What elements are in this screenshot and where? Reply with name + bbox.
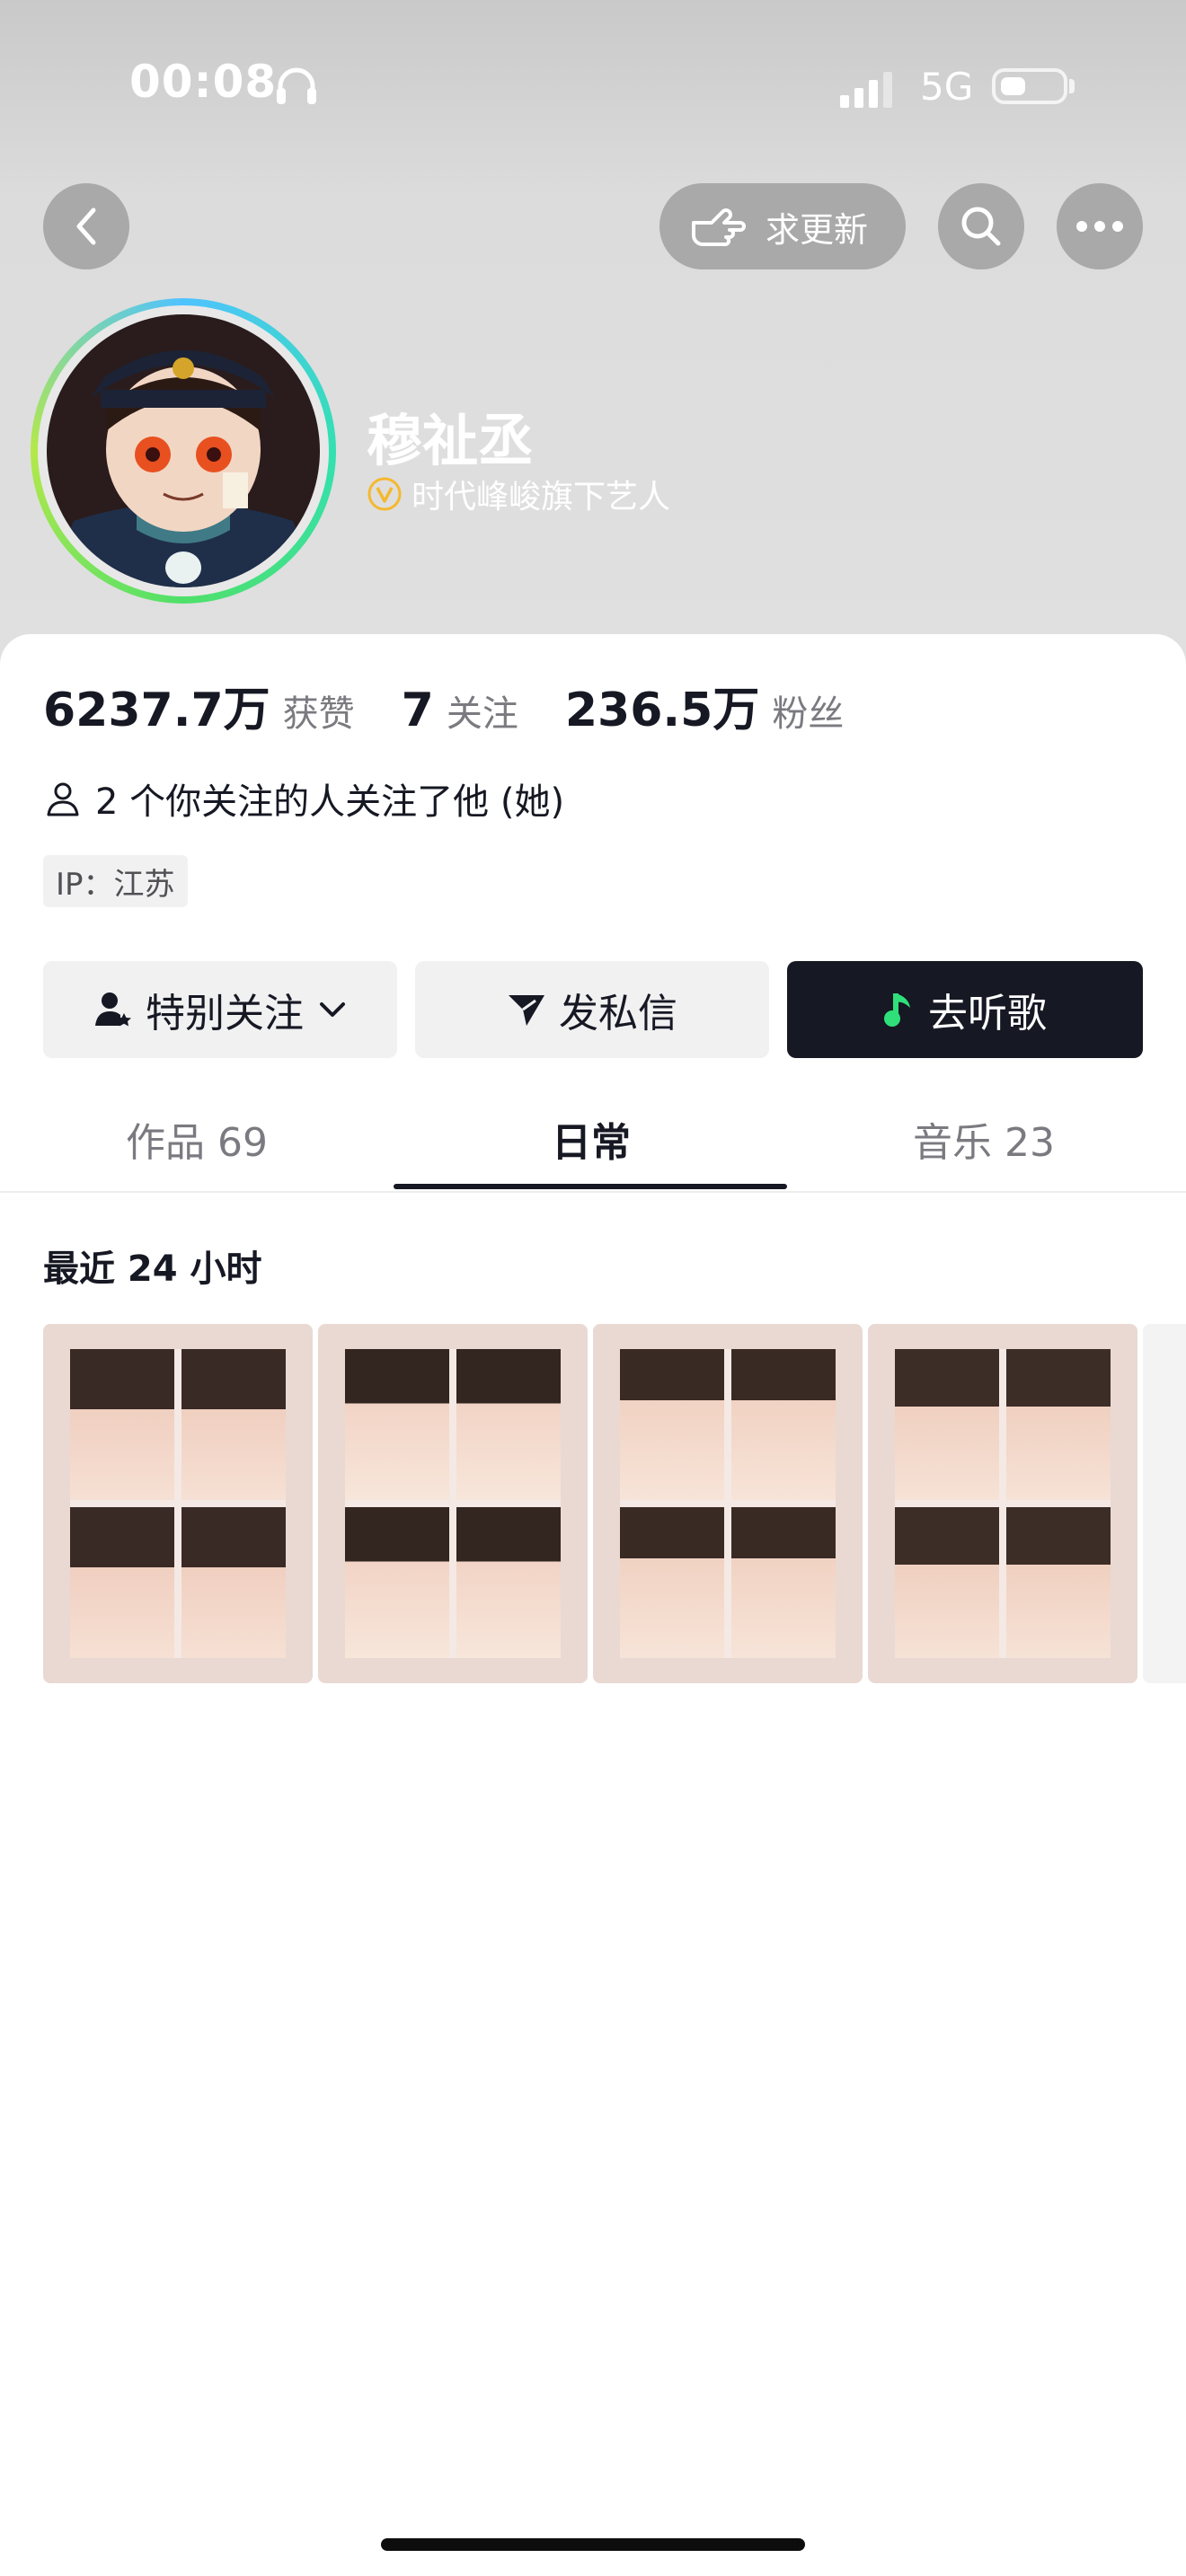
profile-stats: 6237.7万 获赞 7 关注 236.5万 粉丝 [43, 672, 890, 739]
ip-location-badge: IP：江苏 [43, 855, 188, 907]
recent-photo-4[interactable] [868, 1324, 1137, 1683]
special-follow-label: 特别关注 [146, 991, 304, 1037]
search-icon [961, 207, 1001, 246]
photo-strip [895, 1349, 1111, 1658]
likes-count: 6237.7万 [43, 684, 270, 737]
message-label: 发私信 [559, 991, 677, 1037]
photo-cell [456, 1507, 561, 1658]
likes-label[interactable]: 获赞 [283, 684, 355, 737]
search-button[interactable] [938, 183, 1024, 269]
profile-tabs: 作品 69 日常 音乐 23 [0, 1092, 1186, 1191]
tab-divider [0, 1191, 1186, 1193]
avatar[interactable] [31, 298, 336, 604]
status-time: 00:08 [129, 56, 278, 108]
music-note-icon [884, 993, 910, 1027]
chevron-down-icon [320, 1002, 345, 1017]
recent-section-title: 最近 24 小时 [43, 1248, 262, 1290]
battery-level [1001, 77, 1025, 95]
avatar-image [47, 314, 320, 587]
battery-cap [1069, 79, 1075, 93]
active-tab-indicator [394, 1184, 787, 1189]
recent-photo-3[interactable] [593, 1324, 863, 1683]
verification-badge: 时代峰峻旗下艺人 [367, 471, 670, 517]
more-dots-icon [1076, 221, 1123, 232]
tab-works[interactable]: 作品 69 [126, 1110, 268, 1168]
tab-music[interactable]: 音乐 23 [913, 1110, 1055, 1168]
back-button[interactable] [43, 183, 129, 269]
photo-cell [895, 1349, 999, 1500]
following-label[interactable]: 关注 [447, 684, 518, 737]
mutual-follow-row[interactable]: 2 个你关注的人关注了他 (她) [43, 772, 564, 825]
photo-cell [181, 1349, 286, 1500]
listen-music-button[interactable]: 去听歌 [787, 961, 1143, 1058]
request-update-button[interactable]: 求更新 [659, 183, 906, 269]
chevron-left-icon [76, 207, 96, 245]
verified-v-icon [367, 477, 402, 511]
photo-cell [1006, 1349, 1111, 1500]
avatar-frame [38, 305, 329, 596]
following-count[interactable]: 7 [402, 684, 434, 737]
mutual-follow-text: 2 个你关注的人关注了他 (她) [95, 781, 565, 823]
photo-cell [895, 1507, 999, 1658]
message-button[interactable]: 发私信 [415, 961, 769, 1058]
photo-strip [345, 1349, 561, 1658]
verification-text: 时代峰峻旗下艺人 [412, 479, 671, 516]
profile-name: 穆祉丞 [367, 408, 535, 473]
photo-cell [731, 1349, 836, 1500]
request-update-label: 求更新 [766, 209, 869, 250]
paper-plane-icon [509, 995, 544, 1026]
photo-strip [70, 1349, 286, 1658]
special-follow-button[interactable]: 特别关注 [43, 961, 397, 1058]
photo-cell [620, 1507, 724, 1658]
recent-photo-1[interactable] [43, 1324, 313, 1683]
home-indicator [381, 2538, 805, 2551]
listen-music-label: 去听歌 [928, 991, 1047, 1037]
photo-cell [456, 1349, 561, 1500]
photo-cell [731, 1507, 836, 1658]
photo-cell [70, 1349, 174, 1500]
signal-icon [840, 72, 899, 108]
headphones-icon [275, 65, 318, 110]
recent-photo-5-partial[interactable] [1143, 1324, 1186, 1683]
tab-daily[interactable]: 日常 [552, 1110, 631, 1168]
pointing-hand-icon [692, 208, 746, 247]
photo-cell [181, 1507, 286, 1658]
battery-icon [992, 68, 1067, 104]
photo-cell [345, 1507, 449, 1658]
photo-cell [70, 1507, 174, 1658]
person-icon [47, 782, 79, 816]
person-star-icon [95, 992, 131, 1027]
photo-cell [345, 1349, 449, 1500]
more-button[interactable] [1057, 183, 1143, 269]
recent-photo-2[interactable] [318, 1324, 588, 1683]
photo-cell [620, 1349, 724, 1500]
followers-count[interactable]: 236.5万 [565, 672, 759, 739]
followers-label[interactable]: 粉丝 [772, 684, 844, 737]
network-type: 5G [920, 65, 974, 109]
photo-strip [620, 1349, 836, 1658]
photo-cell [1006, 1507, 1111, 1658]
